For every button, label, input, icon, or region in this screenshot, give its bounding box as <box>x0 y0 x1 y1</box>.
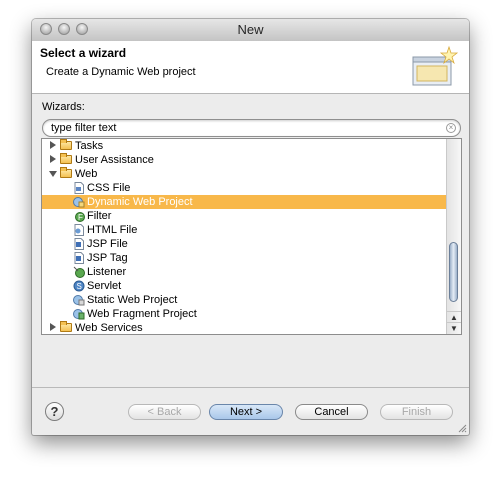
scroll-down-arrow-icon[interactable]: ▼ <box>447 322 461 334</box>
css-file-icon <box>74 182 84 194</box>
tree-item-label: Web Services <box>75 322 143 334</box>
tree-item-css-file[interactable]: CSS File <box>42 181 447 195</box>
clear-search-icon[interactable]: × <box>446 123 456 133</box>
tree-item-static-web-project[interactable]: Static Web Project <box>42 293 447 307</box>
listener-icon <box>73 266 85 278</box>
folder-icon <box>60 321 72 332</box>
header-title: Select a wizard <box>40 46 127 60</box>
tree-item-jsp-tag[interactable]: JSP Tag <box>42 251 447 265</box>
title-bar[interactable]: New <box>32 19 469 42</box>
tree-item-label: Web <box>75 168 98 180</box>
tree-item-label: JSP Tag <box>87 252 128 264</box>
window-title: New <box>237 22 264 37</box>
jsp-file-icon <box>74 238 84 250</box>
tree-item-label: Servlet <box>87 280 122 292</box>
tree-item-label: User Assistance <box>75 154 154 166</box>
tree-item-label: CSS File <box>87 182 131 194</box>
back-button[interactable]: < Back <box>128 404 201 420</box>
tree-item-user-assistance[interactable]: User Assistance <box>42 153 447 167</box>
tree-item-label: Tasks <box>75 140 104 152</box>
scrollbar-thumb[interactable] <box>449 242 458 302</box>
svg-text:S: S <box>77 282 82 291</box>
tree-item-label: JSP File <box>87 238 128 250</box>
tree-item-label: Listener <box>87 266 127 278</box>
tree-item-filter[interactable]: F Filter <box>42 209 447 223</box>
tree-item-label: Filter <box>87 210 112 222</box>
jsp-tag-icon <box>74 252 84 264</box>
button-bar-divider <box>32 387 469 388</box>
static-web-project-icon <box>73 295 85 306</box>
tree-item-jsp-file[interactable]: JSP File <box>42 237 447 251</box>
vertical-scrollbar[interactable]: ▲ ▼ <box>446 139 461 334</box>
wizard-tree[interactable]: Tasks User Assistance Web CSS File Dynam… <box>41 138 462 335</box>
new-wizard-dialog: New Select a wizard Create a Dynamic Web… <box>32 19 469 435</box>
web-fragment-project-icon <box>73 309 85 320</box>
folder-icon <box>60 153 72 164</box>
collapse-arrow-icon[interactable] <box>49 171 57 177</box>
filter-input[interactable] <box>51 121 431 135</box>
html-file-icon <box>74 224 84 236</box>
wizards-label: Wizards: <box>42 101 85 113</box>
help-icon[interactable]: ? <box>45 402 64 421</box>
resize-grip-icon[interactable] <box>457 423 467 433</box>
cancel-button[interactable]: Cancel <box>295 404 368 420</box>
tree-item-tasks[interactable]: Tasks <box>42 139 447 153</box>
expand-arrow-icon[interactable] <box>50 323 56 331</box>
tree-item-web[interactable]: Web <box>42 167 447 181</box>
expand-arrow-icon[interactable] <box>50 155 56 163</box>
filter-field[interactable]: × <box>42 119 461 137</box>
next-button[interactable]: Next > <box>209 404 283 420</box>
svg-text:F: F <box>78 213 83 222</box>
expand-arrow-icon[interactable] <box>50 141 56 149</box>
tree-item-dynamic-web-project[interactable]: Dynamic Web Project <box>42 195 447 209</box>
servlet-icon: S <box>73 280 85 292</box>
finish-button[interactable]: Finish <box>380 404 453 420</box>
tree-item-label: Dynamic Web Project <box>87 196 193 208</box>
wizard-header: Select a wizard Create a Dynamic Web pro… <box>32 41 469 94</box>
wizard-banner-icon <box>412 45 459 86</box>
tree-item-label: Web Fragment Project <box>87 308 197 320</box>
tree-item-label: Static Web Project <box>87 294 178 306</box>
header-description: Create a Dynamic Web project <box>46 66 196 78</box>
open-folder-icon <box>60 167 72 178</box>
tree-item-web-services[interactable]: Web Services <box>42 321 447 334</box>
web-project-icon <box>73 197 85 208</box>
tree-item-web-fragment-project[interactable]: Web Fragment Project <box>42 307 447 321</box>
filter-icon: F <box>75 212 85 222</box>
tree-item-html-file[interactable]: HTML File <box>42 223 447 237</box>
tree-item-servlet[interactable]: S Servlet <box>42 279 447 293</box>
tree-item-label: HTML File <box>87 224 138 236</box>
tree-item-listener[interactable]: Listener <box>42 265 447 279</box>
folder-icon <box>60 139 72 150</box>
